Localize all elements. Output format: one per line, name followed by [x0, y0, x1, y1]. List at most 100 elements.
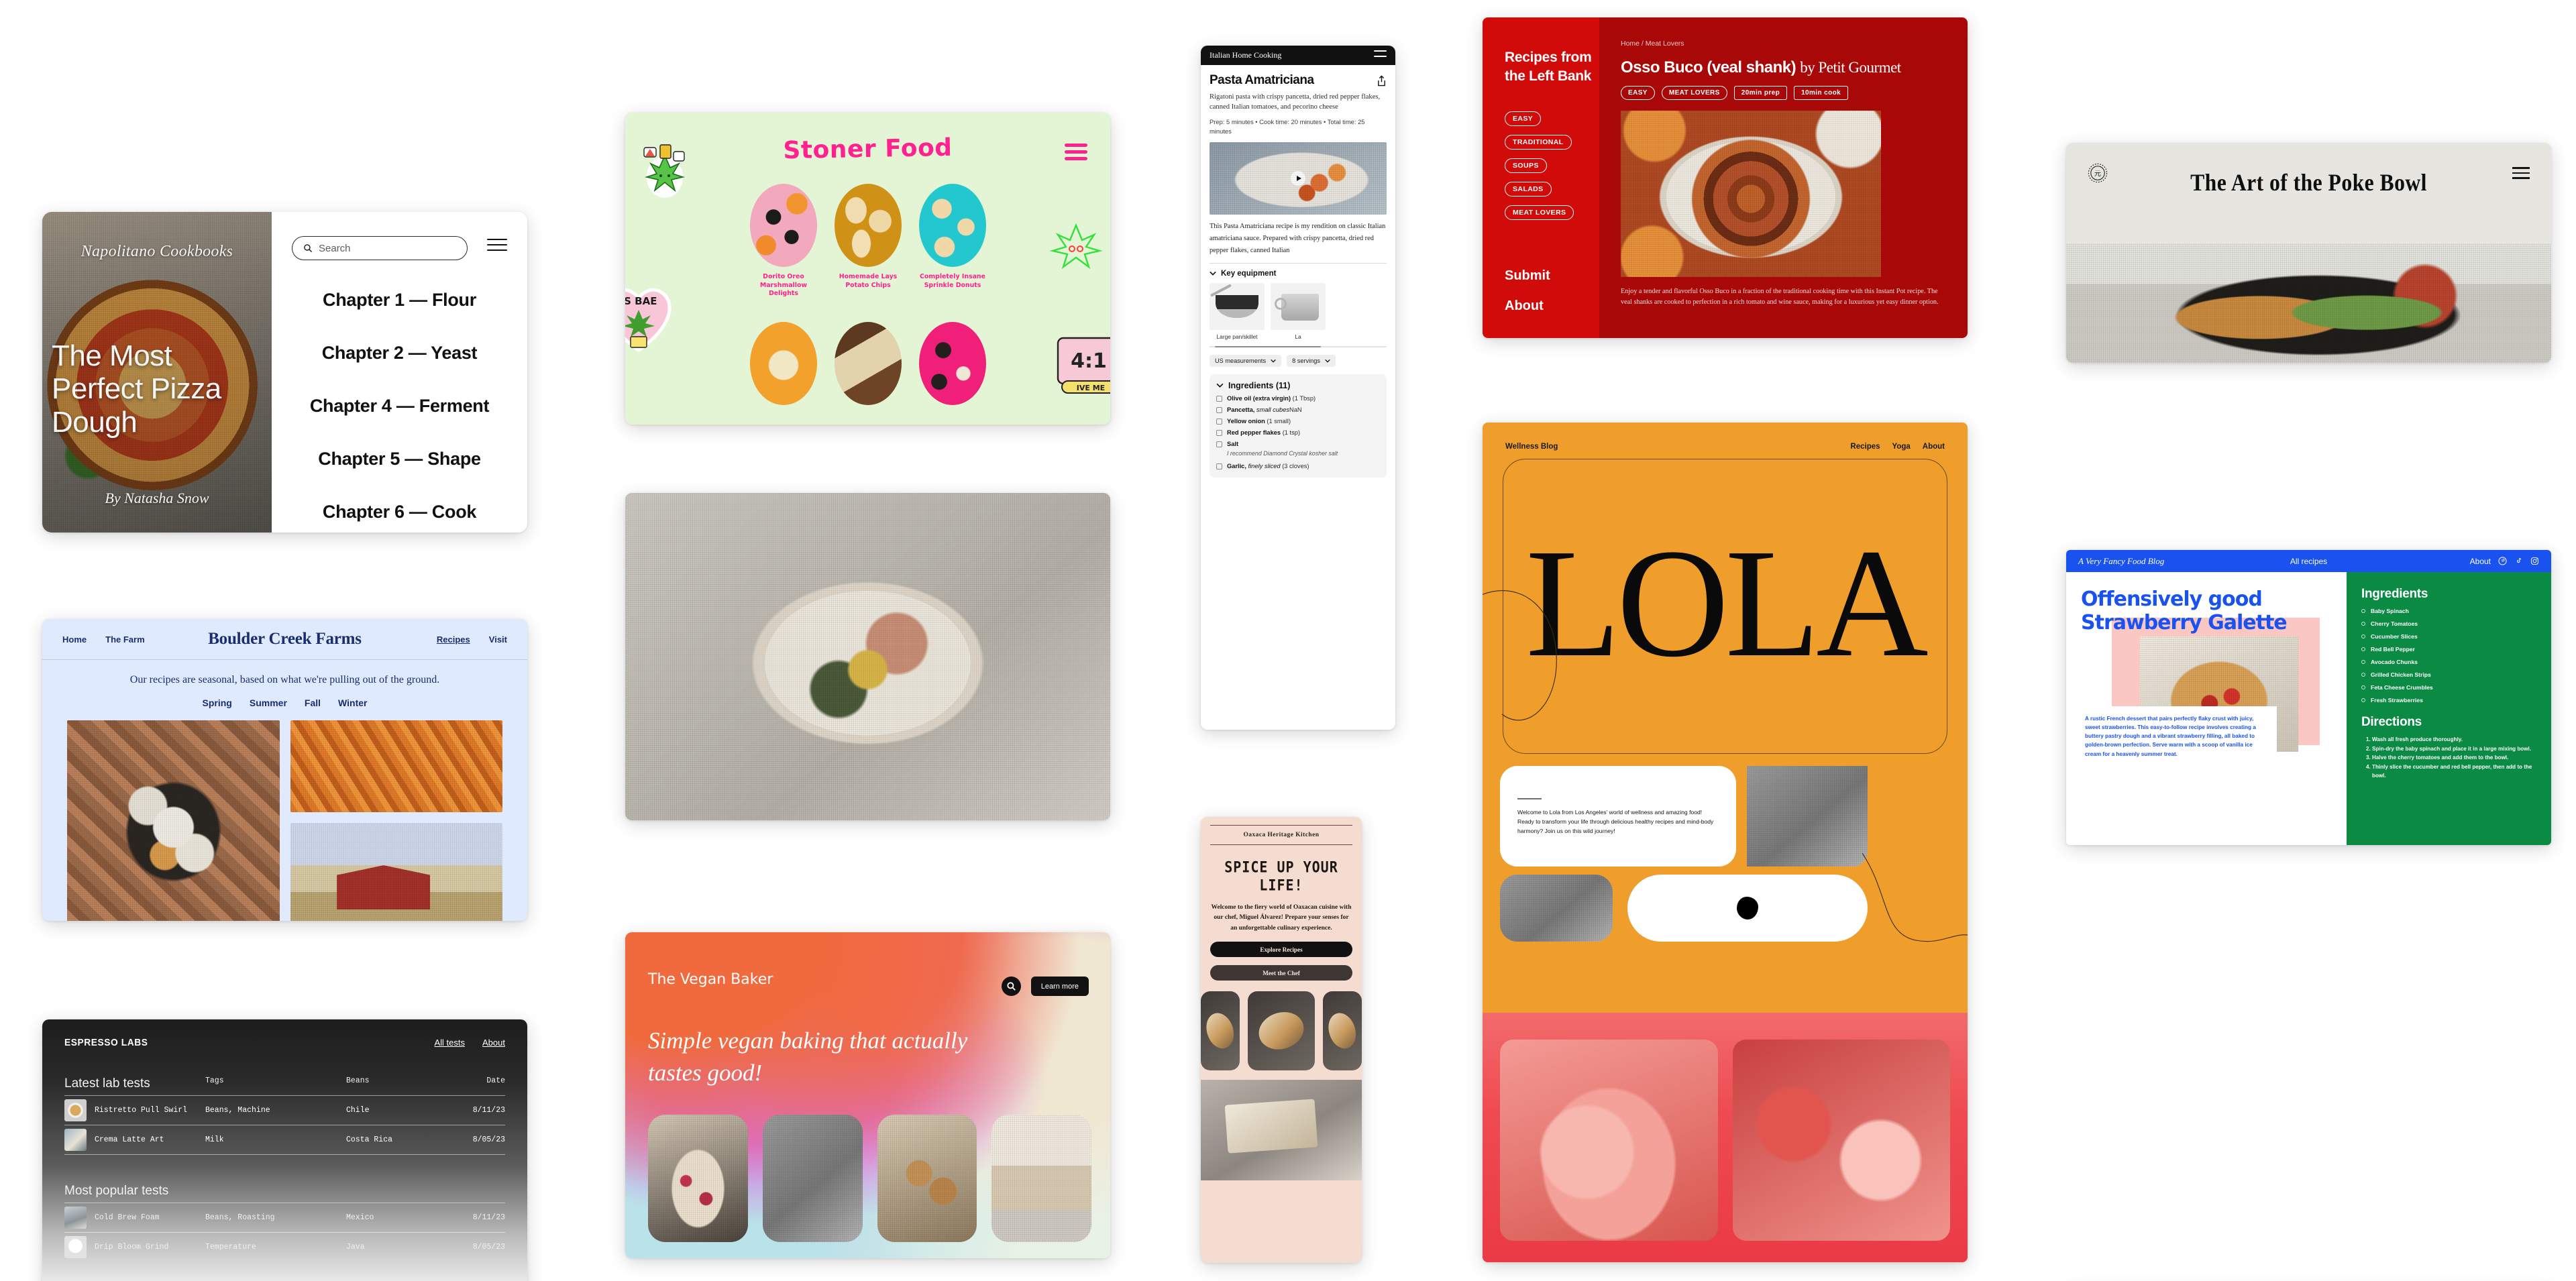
- card-pizza-cookbook[interactable]: Napolitano Cookbooks The Most Perfect Pi…: [42, 212, 527, 533]
- card-boulder-creek-farms[interactable]: Home The Farm Boulder Creek Farms Recipe…: [42, 619, 527, 921]
- breadcrumb[interactable]: Home / Meat Lovers: [1621, 40, 1968, 48]
- ingredient-checkbox[interactable]: [1216, 406, 1222, 413]
- chapter-link-1[interactable]: Chapter 1 — Flour: [272, 290, 527, 311]
- nav-link-all-tests[interactable]: All tests: [435, 1038, 466, 1048]
- recipe-card[interactable]: [919, 322, 986, 405]
- chip-easy[interactable]: EASY: [1621, 86, 1655, 100]
- ingredient-row[interactable]: Baby Spinach: [2361, 608, 2538, 614]
- ingredient-row[interactable]: Red pepper flakes (1 tsp): [1216, 429, 1380, 436]
- nav-link-about[interactable]: About: [2470, 557, 2491, 566]
- season-summer[interactable]: Summer: [250, 698, 287, 708]
- nav-link-about[interactable]: About: [482, 1038, 505, 1048]
- ingredient-checkbox[interactable]: [1216, 463, 1222, 469]
- ingredient-row[interactable]: Grilled Chicken Strips: [2361, 671, 2538, 678]
- ingredient-row[interactable]: Salt: [1216, 441, 1380, 447]
- radio-icon[interactable]: [2361, 634, 2365, 638]
- carousel-slide[interactable]: [1322, 991, 1362, 1071]
- recipe-card[interactable]: [750, 322, 817, 405]
- card-left-bank-recipes[interactable]: Recipes from the Left Bank EASY TRADITIO…: [1483, 17, 1968, 338]
- card-fancy-food-blog[interactable]: A Very Fancy Food Blog All recipes About: [2066, 550, 2551, 845]
- category-salads[interactable]: SALADS: [1505, 181, 1552, 197]
- ingredient-row[interactable]: Yellow onion (1 small): [1216, 418, 1380, 425]
- ingredient-checkbox[interactable]: [1216, 395, 1222, 402]
- hamburger-menu-icon[interactable]: [1374, 50, 1387, 61]
- card-oaxaca-heritage-kitchen[interactable]: Oaxaca Heritage Kitchen SPICE UP YOUR LI…: [1201, 817, 1362, 1263]
- ingredient-row[interactable]: Avocado Chunks: [2361, 659, 2538, 665]
- hamburger-menu-icon[interactable]: [1065, 144, 1087, 164]
- ingredient-row[interactable]: Garlic, finely sliced (3 cloves): [1216, 463, 1380, 469]
- carousel-slide[interactable]: [1201, 991, 1240, 1071]
- table-row[interactable]: Cold Brew Foam Beans, Roasting Mexico 8/…: [64, 1203, 505, 1232]
- table-row[interactable]: Crema Latte Art Milk Costa Rica 8/05/23: [64, 1125, 505, 1154]
- ingredient-row[interactable]: Pancetta, small cubesNaN: [1216, 406, 1380, 413]
- ingredient-row[interactable]: Red Bell Pepper: [2361, 646, 2538, 653]
- season-fall[interactable]: Fall: [305, 698, 321, 708]
- radio-icon[interactable]: [2361, 698, 2365, 702]
- measurement-select[interactable]: US measurements: [1210, 354, 1282, 367]
- equipment-item[interactable]: La: [1271, 282, 1326, 340]
- nav-link-yoga[interactable]: Yoga: [1892, 443, 1911, 451]
- season-spring[interactable]: Spring: [203, 698, 232, 708]
- radio-icon[interactable]: [2361, 609, 2365, 613]
- ingredient-row[interactable]: Olive oil (extra virgin) (1 Tbsp): [1216, 395, 1380, 402]
- category-soups[interactable]: SOUPS: [1505, 158, 1547, 173]
- recipe-hero-video[interactable]: [1210, 142, 1387, 215]
- radio-icon[interactable]: [2361, 622, 2365, 626]
- nav-link-about[interactable]: About: [1923, 443, 1945, 451]
- ingredient-checkbox[interactable]: [1216, 418, 1222, 425]
- category-traditional[interactable]: TRADITIONAL: [1505, 134, 1572, 150]
- season-winter[interactable]: Winter: [338, 698, 367, 708]
- tiktok-icon[interactable]: [2514, 557, 2523, 565]
- nav-link-recipes[interactable]: Recipes: [1850, 443, 1880, 451]
- radio-icon[interactable]: [2361, 685, 2365, 689]
- servings-select[interactable]: 8 servings: [1287, 354, 1336, 367]
- recipe-card[interactable]: Completely Insane Sprinkle Donuts: [919, 184, 986, 298]
- radio-icon[interactable]: [2361, 673, 2365, 677]
- radio-icon[interactable]: [2361, 647, 2365, 651]
- equipment-carousel[interactable]: Large pan/skillet La: [1210, 282, 1387, 340]
- play-icon[interactable]: [1291, 171, 1305, 186]
- category-easy[interactable]: EASY: [1505, 111, 1542, 126]
- card-italian-home-cooking[interactable]: Italian Home Cooking Pasta Amatriciana R…: [1201, 46, 1395, 730]
- ingredient-checkbox[interactable]: [1216, 429, 1222, 436]
- chip-meat-lovers[interactable]: MEAT LOVERS: [1661, 86, 1727, 100]
- card-vegan-baker[interactable]: The Vegan Baker Learn more Simple vegan …: [625, 932, 1110, 1258]
- recipe-card[interactable]: Dorito Oreo Marshmallow Delights: [750, 184, 817, 298]
- key-equipment-accordion[interactable]: Key equipment: [1210, 270, 1387, 278]
- learn-more-button[interactable]: Learn more: [1030, 977, 1089, 996]
- ingredient-checkbox[interactable]: [1216, 441, 1222, 447]
- card-espresso-labs[interactable]: ESPRESSO LABS All tests About Latest lab…: [42, 1019, 527, 1281]
- meet-the-chef-button[interactable]: Meet the Chef: [1210, 965, 1352, 981]
- nav-link-about[interactable]: About: [1505, 298, 1550, 314]
- table-row[interactable]: Drip Bloom Grind Temperature Java 8/05/2…: [64, 1232, 505, 1262]
- chapter-link-2[interactable]: Chapter 2 — Yeast: [272, 343, 527, 364]
- search-input[interactable]: Search: [292, 236, 468, 260]
- ingredients-accordion[interactable]: Ingredients (11): [1216, 381, 1380, 390]
- ingredient-row[interactable]: Cucumber Slices: [2361, 633, 2538, 640]
- ingredient-row[interactable]: Feta Cheese Crumbles: [2361, 684, 2538, 691]
- carousel-scrollbar[interactable]: [1210, 345, 1387, 347]
- carousel-slide[interactable]: [1248, 991, 1315, 1071]
- table-row[interactable]: Ristretto Pull Swirl Beans, Machine Chil…: [64, 1095, 505, 1125]
- instagram-icon[interactable]: [2530, 557, 2539, 565]
- pinterest-icon[interactable]: [2498, 557, 2507, 565]
- share-icon[interactable]: [1377, 74, 1387, 87]
- ingredient-row[interactable]: Cherry Tomatoes: [2361, 620, 2538, 627]
- equipment-item[interactable]: Large pan/skillet: [1210, 282, 1265, 340]
- nav-link-submit[interactable]: Submit: [1505, 268, 1550, 284]
- oaxaca-carousel[interactable]: [1201, 991, 1362, 1071]
- chapter-link-3[interactable]: Chapter 4 — Ferment: [272, 396, 527, 416]
- recipe-card[interactable]: [835, 322, 902, 405]
- radio-icon[interactable]: [2361, 660, 2365, 664]
- card-poke-bowl[interactable]: 元 The Art of the Poke Bowl: [2066, 143, 2551, 363]
- category-meat-lovers[interactable]: MEAT LOVERS: [1505, 205, 1574, 220]
- card-lola-wellness-blog[interactable]: Wellness Blog Recipes Yoga About LOLA We…: [1483, 423, 1968, 1262]
- chapter-link-4[interactable]: Chapter 5 — Shape: [272, 449, 527, 469]
- search-button[interactable]: [1002, 977, 1021, 996]
- ingredient-row[interactable]: Fresh Strawberries: [2361, 697, 2538, 704]
- hamburger-menu-icon[interactable]: [487, 239, 507, 255]
- hamburger-menu-icon[interactable]: [2512, 167, 2530, 182]
- card-stoner-food[interactable]: Stoner Food IS BAE 4:1 IVE ME Dorito Ore…: [625, 113, 1110, 425]
- explore-recipes-button[interactable]: Explore Recipes: [1210, 942, 1352, 958]
- recipe-card[interactable]: Homemade Lays Potato Chips: [835, 184, 902, 298]
